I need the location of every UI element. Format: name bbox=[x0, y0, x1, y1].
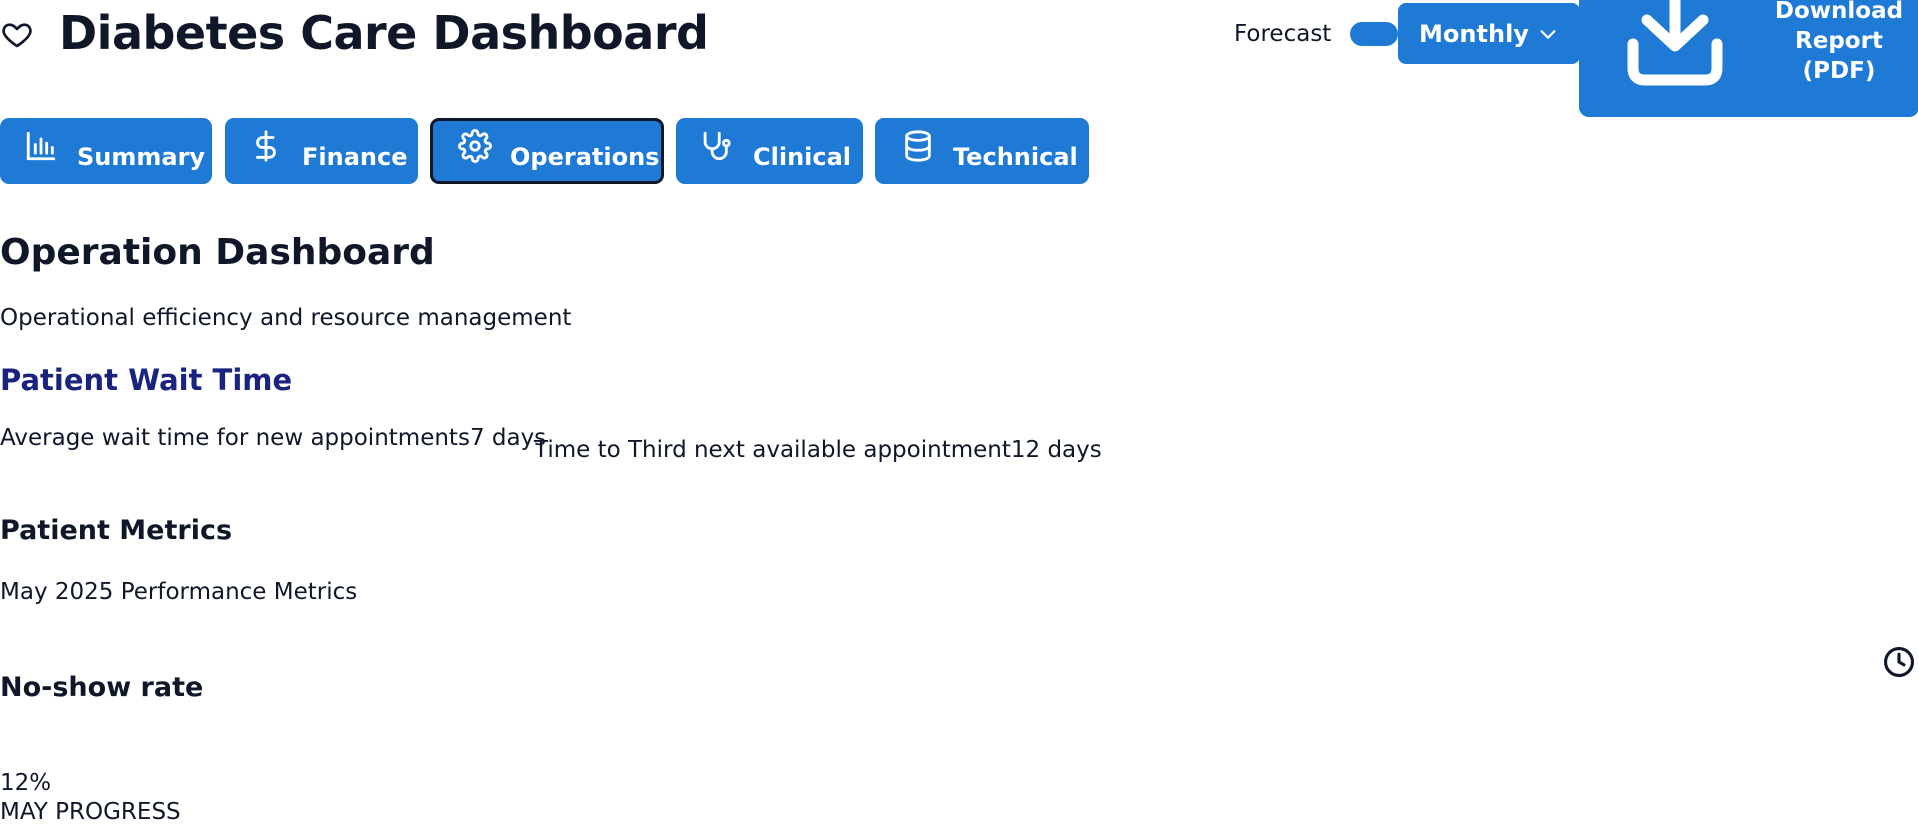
section-title: Operation Dashboard bbox=[0, 232, 435, 273]
tab-finance[interactable]: Finance bbox=[225, 118, 418, 184]
download-report-button[interactable]: Download Report (PDF) bbox=[1579, 0, 1918, 117]
no-show-progress-label: MAY PROGRESS bbox=[0, 799, 181, 825]
tab-clinical-label: Clinical bbox=[753, 143, 852, 171]
wait-metric-label: Time to Third next available appointment bbox=[534, 437, 1011, 463]
tab-technical[interactable]: Technical bbox=[875, 118, 1089, 184]
wait-time-metric: Average wait time for new appointments7 … bbox=[0, 425, 546, 451]
bar-chart-icon bbox=[24, 129, 58, 163]
gear-icon bbox=[458, 129, 492, 163]
wait-metric-value: 12 days bbox=[1010, 437, 1102, 463]
heart-icon[interactable] bbox=[0, 18, 34, 50]
no-show-title: No-show rate bbox=[0, 672, 204, 703]
section-subtitle: Operational efficiency and resource mana… bbox=[0, 305, 572, 331]
tab-technical-label: Technical bbox=[953, 143, 1078, 171]
wait-time-metric: Time to Third next available appointment… bbox=[534, 437, 1102, 463]
clock-icon[interactable] bbox=[1882, 645, 1916, 679]
download-icon bbox=[1615, 0, 1735, 88]
wait-metric-label: Average wait time for new appointments bbox=[0, 425, 470, 451]
period-select[interactable]: Monthly bbox=[1398, 3, 1580, 64]
chevron-down-icon bbox=[1537, 23, 1559, 45]
stethoscope-icon bbox=[698, 129, 732, 163]
period-select-value: Monthly bbox=[1419, 19, 1529, 48]
tab-summary[interactable]: Summary bbox=[0, 118, 212, 184]
forecast-label: Forecast bbox=[1234, 21, 1332, 47]
forecast-toggle[interactable] bbox=[1350, 22, 1398, 46]
patient-metrics-title: Patient Metrics bbox=[0, 515, 233, 546]
tab-operations[interactable]: Operations bbox=[430, 118, 664, 184]
patient-metrics-subtitle: May 2025 Performance Metrics bbox=[0, 579, 358, 605]
app-title: Diabetes Care Dashboard bbox=[59, 6, 709, 60]
download-report-label: Download Report (PDF) bbox=[1774, 0, 1904, 84]
wait-time-title: Patient Wait Time bbox=[0, 363, 293, 397]
dollar-icon bbox=[249, 129, 283, 163]
tab-clinical[interactable]: Clinical bbox=[676, 118, 863, 184]
tab-finance-label: Finance bbox=[302, 143, 408, 171]
database-icon bbox=[901, 129, 935, 163]
tab-summary-label: Summary bbox=[77, 143, 206, 171]
no-show-value: 12% bbox=[0, 770, 52, 796]
tab-operations-label: Operations bbox=[510, 143, 660, 171]
